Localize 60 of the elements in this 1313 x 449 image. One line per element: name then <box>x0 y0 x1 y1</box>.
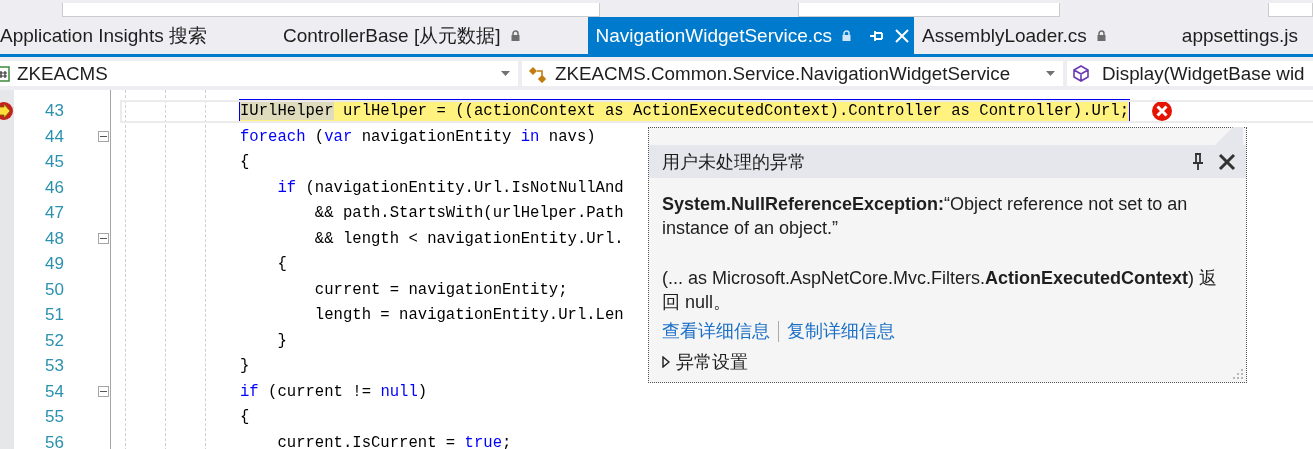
code-line: current.IsCurrent = true; <box>276 432 512 449</box>
editor-tab[interactable]: AssemblyLoader.cs <box>914 17 1174 54</box>
code-line: if (navigationEntity.Url.IsNotNullAnd <box>276 177 624 199</box>
link[interactable]: 查看详细信息 <box>662 319 770 343</box>
exception-message: System.NullReferenceException:“Object reference not set to an instance of an object.” <box>662 193 1189 240</box>
code-line: { <box>240 407 250 429</box>
file-icon <box>0 65 10 82</box>
member-dropdown[interactable]: Display(WidgetBase wid <box>1067 61 1313 86</box>
line-number: 48 <box>44 228 64 249</box>
line-number: 45 <box>44 152 64 173</box>
code-line: } <box>276 330 287 352</box>
line-number: 53 <box>44 356 64 377</box>
toolbar-field[interactable] <box>62 3 600 17</box>
code-line: { <box>240 152 250 174</box>
lock-icon <box>842 30 852 41</box>
editor-tab[interactable]: NavigationWidgetService.cs <box>587 17 915 54</box>
code-line: if (current != null) <box>240 381 428 403</box>
code-line: } <box>240 356 250 378</box>
collapse-icon[interactable] <box>98 233 109 245</box>
editor-tab[interactable]: appsettings.js <box>1173 17 1313 54</box>
code-line: length = navigationEntity.Url.Len <box>313 305 624 327</box>
popup-title: 用户未处理的异常 <box>662 150 807 174</box>
code-line: foreach (var navigationEntity in navs) <box>240 126 596 148</box>
class-icon <box>528 64 548 83</box>
close-icon[interactable] <box>1218 152 1236 171</box>
collapse-icon[interactable] <box>98 131 109 143</box>
caret-icon <box>501 71 510 76</box>
pin-icon[interactable] <box>869 29 885 42</box>
line-number: 51 <box>44 305 64 326</box>
type-dropdown[interactable]: ZKEACMS.Common.Service.NavigationWidgetService <box>522 61 1063 86</box>
project-dropdown[interactable]: ZKEACMS <box>0 61 518 86</box>
code-line: current = navigationEntity; <box>313 279 568 301</box>
line-number: 56 <box>44 432 64 449</box>
code-line: { <box>276 254 287 276</box>
code-line: && length < navigationEntity.Url. <box>313 228 624 250</box>
cube-icon <box>1073 65 1089 82</box>
line-number: 55 <box>44 407 64 428</box>
line-number: 50 <box>44 279 64 300</box>
toolbar-field[interactable] <box>798 3 1060 17</box>
line-number: 54 <box>44 381 64 402</box>
line-number: 47 <box>44 203 64 224</box>
collapse-icon[interactable] <box>98 386 109 398</box>
lock-icon <box>510 30 520 41</box>
line-number: 52 <box>44 330 64 351</box>
toolbar-field[interactable] <box>1268 3 1313 17</box>
link[interactable]: 复制详细信息 <box>787 319 895 343</box>
code-line: && path.StartsWith(urlHelper.Path <box>313 203 624 225</box>
lock-icon <box>1096 30 1106 41</box>
exception-settings-toggle[interactable]: 异常设置 <box>662 350 748 374</box>
line-number: 46 <box>44 177 64 198</box>
editor-tab[interactable]: Application Insights 搜索 <box>0 17 275 54</box>
line-number: 49 <box>44 254 64 275</box>
pin-icon[interactable] <box>1192 152 1204 171</box>
exception-detail: (... as Microsoft.AspNetCore.Mvc.Filters.ActionExecutedContext) 返回 null。 <box>662 267 1219 314</box>
editor-tab[interactable]: ControllerBase [从元数据] <box>275 17 588 54</box>
line-number: 43 <box>44 101 64 122</box>
resize-grip-icon[interactable] <box>1232 368 1244 380</box>
expand-icon <box>662 356 670 368</box>
line-number: 44 <box>44 126 64 147</box>
caret-icon <box>1046 71 1055 76</box>
